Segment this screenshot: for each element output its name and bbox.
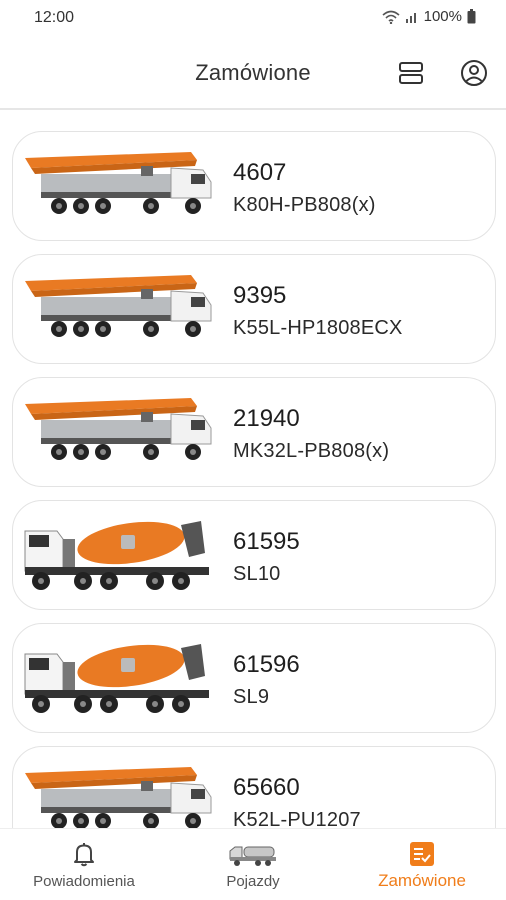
status-icons: 100% (382, 8, 476, 25)
mixer-truck-image (21, 636, 217, 720)
signal-icon (405, 12, 416, 23)
view-toggle-button[interactable] (395, 57, 427, 89)
order-card[interactable]: 65660 K52L-PU1207 (12, 746, 496, 828)
nav-label-notifications: Powiadomienia (33, 873, 135, 890)
nav-ordered[interactable]: Zamówione (338, 829, 506, 900)
order-number: 61596 (233, 651, 300, 678)
status-time: 12:00 (34, 9, 75, 26)
mixer-truck-image (21, 513, 217, 597)
concrete-pump-truck-image (21, 267, 217, 351)
clipboard-check-icon (410, 842, 434, 866)
concrete-pump-truck-image (21, 144, 217, 228)
orders-list[interactable]: 4607 K80H-PB808(x) 9395 K55L-HP1808ECX 21940… (0, 110, 506, 828)
order-card[interactable]: 61596 SL9 (12, 623, 496, 733)
bell-icon (74, 843, 94, 867)
status-bar: 12:00 100% (0, 0, 506, 36)
view-agenda-icon (399, 62, 423, 84)
nav-label-ordered: Zamówione (378, 871, 466, 890)
truck-icon (229, 846, 276, 866)
order-card[interactable]: 4607 K80H-PB808(x) (12, 131, 496, 241)
order-number: 61595 (233, 528, 300, 555)
page-title: Zamówione (195, 60, 311, 85)
order-number: 21940 (233, 405, 300, 432)
battery-icon (467, 9, 476, 24)
wifi-icon (382, 10, 400, 24)
battery-percent: 100% (423, 8, 462, 25)
order-model: SL9 (233, 686, 270, 708)
order-model: K55L-HP1808ECX (233, 317, 403, 339)
order-model: K52L-PU1207 (233, 809, 361, 828)
nav-vehicles[interactable]: Pojazdy (169, 829, 337, 900)
order-model: SL10 (233, 563, 281, 585)
concrete-pump-truck-image (21, 390, 217, 474)
account-circle-icon (461, 60, 487, 86)
order-number: 9395 (233, 282, 287, 309)
nav-label-vehicles: Pojazdy (226, 873, 280, 890)
order-number: 65660 (233, 774, 300, 801)
account-button[interactable] (458, 57, 490, 89)
order-card[interactable]: 21940 MK32L-PB808(x) (12, 377, 496, 487)
order-card[interactable]: 61595 SL10 (12, 500, 496, 610)
order-model: MK32L-PB808(x) (233, 440, 390, 462)
app-bar: Zamówione (0, 40, 506, 108)
order-card[interactable]: 9395 K55L-HP1808ECX (12, 254, 496, 364)
order-number: 4607 (233, 159, 287, 186)
nav-notifications[interactable]: Powiadomienia (0, 829, 168, 900)
bottom-navigation: Powiadomienia Pojazdy Zamówione (0, 828, 506, 900)
order-model: K80H-PB808(x) (233, 194, 376, 216)
concrete-pump-truck-image (21, 759, 217, 828)
